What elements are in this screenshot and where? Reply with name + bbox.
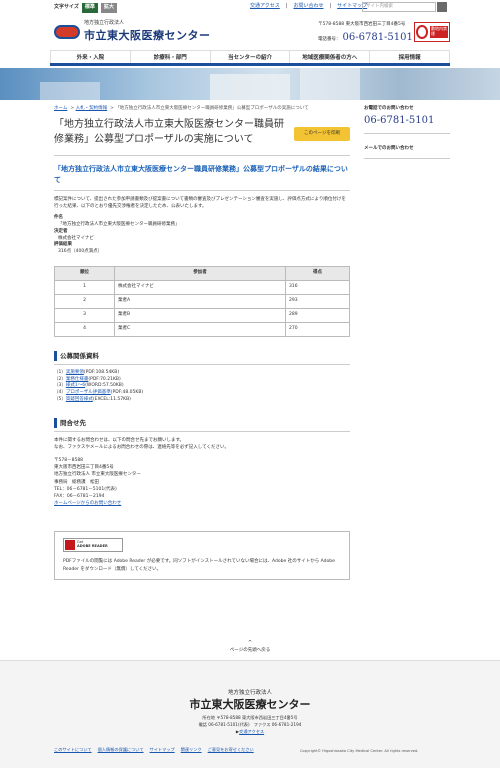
search-button[interactable] xyxy=(437,2,447,12)
header-tel: 電話番号： 06-6781-5101 xyxy=(318,32,413,43)
global-nav: 外来・入院 診療科・部門 当センターの紹介 地域医療関係者の方へ 採用情報 xyxy=(50,50,450,66)
logo-icon xyxy=(54,25,80,39)
footer-address: 所在地 〒578-8588 東大阪市西岩田三丁目4番5号 電話 06-6781-… xyxy=(198,715,302,734)
side-tel-number: 06-6781-5101 xyxy=(364,114,435,126)
access-link[interactable]: 交通アクセス xyxy=(250,3,280,11)
font-size-label: 文字サイズ xyxy=(54,4,79,10)
side-mail-box[interactable]: メールでのお問い合わせ xyxy=(364,146,450,159)
footer-link-feedback[interactable]: ご意見をお寄せください xyxy=(208,747,254,753)
utility-links: 交通アクセス | お問い合わせ | サイトマップ xyxy=(250,3,368,11)
breadcrumb-current: 「地方独立行政法人市立東大阪医療センター職員研修業務」公募型プロポーザルの実施に… xyxy=(115,106,309,111)
adobe-reader-badge[interactable]: Get ADOBE READER xyxy=(63,538,123,553)
footer-name: 市立東大阪医療センター xyxy=(189,698,311,711)
nav-item-about[interactable]: 当センターの紹介 xyxy=(211,51,291,63)
nav-item-recruit[interactable]: 採用情報 xyxy=(370,51,450,63)
arrow-up-icon: ^ xyxy=(247,640,253,646)
doc-link-specification[interactable]: 業務仕様書 xyxy=(66,377,89,382)
header-address: 〒578-8588 東大阪市西岩田三丁目4番5号 xyxy=(318,22,406,27)
font-size-control: 文字サイズ 標準 拡大 xyxy=(54,3,117,13)
contact-heading: 問合せ先 xyxy=(54,417,350,428)
footer-link-related[interactable]: 関連リンク xyxy=(181,747,202,753)
result-heading: 「地方独立行政法人市立東大阪医療センター職員研修業務」公募型プロポーザルの結果に… xyxy=(54,165,348,184)
main-content: 「地方独立行政法人市立東大阪医療センター職員研修業務」公募型プロポーザルの実施に… xyxy=(54,118,350,580)
breadcrumb: ホーム > 入札・契約情報 > 「地方独立行政法人市立東大阪医療センター職員研修業務… xyxy=(54,106,309,111)
docs-list: （1）実施要領(PDF:108.54KB) （2）業務仕様書(PDF:70.21… xyxy=(54,370,350,404)
list-item: （4）プロポーザル評価基準(PDF:48.05KB) xyxy=(54,390,144,396)
col-participant: 参加者 xyxy=(114,265,286,281)
print-button[interactable]: このページを印刷 xyxy=(294,127,350,141)
font-size-large-button[interactable]: 拡大 xyxy=(100,3,117,13)
results-table: 順位 参加者 得点 1 株式会社マイナビ 316 2 業者A 293 3 業者B 289 4… xyxy=(54,265,350,337)
contact-link[interactable]: お問い合わせ xyxy=(293,3,323,11)
table-row: 1 株式会社マイナビ 316 xyxy=(54,279,350,295)
no-smoking-label: 敷地内禁煙 xyxy=(430,26,448,38)
adobe-text: PDFファイルの閲覧には Adobe Reader が必要です。同ソフトがインス… xyxy=(63,559,335,572)
doc-link-forms[interactable]: 様式1～6 xyxy=(66,383,85,388)
footer-access-link[interactable]: 交通アクセス xyxy=(239,729,264,734)
result-text: 標記案件について、提出された参加申請書類及び提案書について書類の審査及びプレゼン… xyxy=(54,197,346,210)
contact-form-link[interactable]: ホームページからのお問い合わせ xyxy=(54,501,121,506)
docs-heading: 公募関係資料 xyxy=(54,350,350,361)
footer-link-about-site[interactable]: このサイトについて xyxy=(54,747,92,753)
logo-org: 地方独立行政法人 xyxy=(84,20,125,26)
list-item: （1）実施要領(PDF:108.54KB) xyxy=(54,369,120,375)
footer-link-privacy[interactable]: 個人情報の保護について xyxy=(98,747,144,753)
copyright: Copyright© Higashiosaka City Medical Cen… xyxy=(300,749,419,753)
result-details: 件名 「地方独立行政法人市立東大阪医療センター職員研修業務」 決定者 株式会社マイナ… xyxy=(54,215,180,255)
logo-name: 市立東大阪医療センター xyxy=(84,28,211,42)
no-smoking-icon xyxy=(416,25,428,39)
page-top-link[interactable]: ^ ページの先頭へ戻る xyxy=(0,640,500,654)
nav-item-regional[interactable]: 地域医療関係者の方へ xyxy=(290,51,371,63)
col-score: 得点 xyxy=(285,265,350,281)
breadcrumb-home[interactable]: ホーム xyxy=(54,106,67,111)
contact-address: 〒578－8588 東大阪市西岩田三丁目4番5号 地方独立行政法人 市立東大阪医… xyxy=(54,458,141,507)
doc-link-qa-form[interactable]: 質疑回答様式 xyxy=(66,397,93,402)
table-row: 2 業者A 293 xyxy=(54,293,350,309)
list-item: （5）質疑回答様式(EXCEL:11.57KB) xyxy=(54,396,131,402)
doc-link-guidelines[interactable]: 実施要領 xyxy=(66,370,84,375)
side-tel-box: お電話でのお問い合わせ 06-6781-5101 xyxy=(364,106,450,134)
footer-links: このサイトについて 個人情報の保護について サイトマップ 関連リンク ご意見をお… xyxy=(54,747,254,753)
font-size-standard-button[interactable]: 標準 xyxy=(81,3,98,13)
site-logo[interactable]: 地方独立行政法人 市立東大阪医療センター xyxy=(54,20,211,44)
nav-item-departments[interactable]: 診療科・部門 xyxy=(131,51,211,63)
search-input[interactable]: サイト内検索 xyxy=(362,2,436,12)
breadcrumb-category[interactable]: 入札・契約情報 xyxy=(76,106,108,111)
table-row: 3 業者B 289 xyxy=(54,307,350,323)
table-row: 4 業者C 270 xyxy=(54,321,350,337)
hero-image xyxy=(0,68,500,100)
site-header: 文字サイズ 標準 拡大 交通アクセス | お問い合わせ | サイトマップ サイト… xyxy=(0,0,500,50)
site-footer: 地方独立行政法人 市立東大阪医療センター 所在地 〒578-8588 東大阪市西… xyxy=(0,660,500,768)
adobe-icon xyxy=(65,540,75,551)
footer-link-sitemap[interactable]: サイトマップ xyxy=(150,747,175,753)
col-rank: 順位 xyxy=(54,265,115,281)
adobe-reader-box: Get ADOBE READER PDFファイルの閲覧には Adobe Reade… xyxy=(54,531,350,580)
header-tel-number: 06-6781-5101 xyxy=(342,32,413,43)
page-title: 「地方独立行政法人市立東大阪医療センター職員研修業務」公募型プロポーザルの実施に… xyxy=(54,119,284,145)
nav-item-outpatient[interactable]: 外来・入院 xyxy=(50,51,131,63)
doc-link-criteria[interactable]: プロポーザル評価基準 xyxy=(66,390,111,395)
sidebar: お電話でのお問い合わせ 06-6781-5101 メールでのお問い合わせ xyxy=(364,106,450,159)
no-smoking-badge: 敷地内禁煙 xyxy=(414,22,450,42)
